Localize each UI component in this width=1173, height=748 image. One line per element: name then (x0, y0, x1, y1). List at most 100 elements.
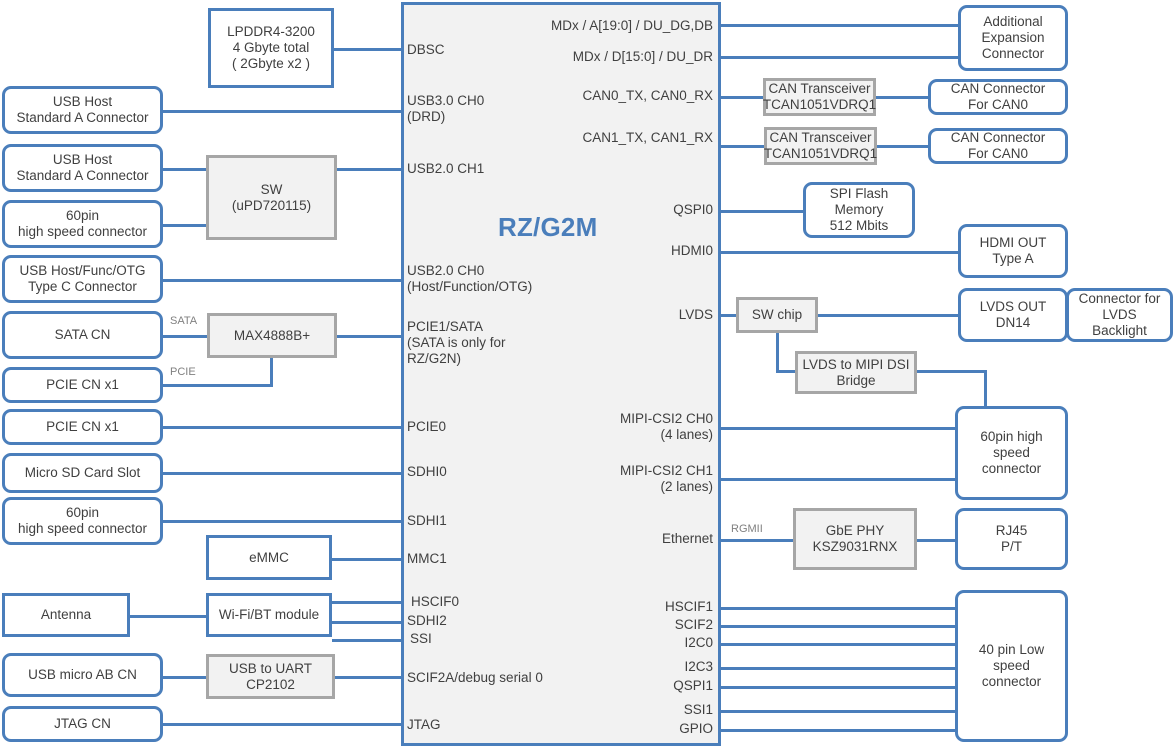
block-lowspeed-40pin[interactable]: 40 pin Low speed connector (955, 590, 1068, 742)
block-label: JTAG CN (54, 716, 111, 732)
wire-60pin-swhub (163, 224, 208, 227)
block-label: 60pin high speed connector (17, 505, 148, 536)
block-addl-expansion[interactable]: Additional Expansion Connector (958, 5, 1068, 71)
wire-jtagcn-jtag (163, 723, 404, 726)
block-sw-hub[interactable]: SW (uPD720115) (206, 155, 337, 240)
block-label: USB Host Standard A Connector (16, 152, 149, 183)
block-label: SATA CN (54, 327, 111, 343)
wire-label-rgmii: RGMII (731, 523, 763, 535)
block-sw-chip[interactable]: SW chip (736, 297, 818, 333)
pin-usb20-ch0: USB2.0 CH0 (Host/Function/OTG) (407, 263, 533, 295)
wire-max4888-pcie1sata (337, 335, 404, 338)
pin-pcie1-sata: PCIE1/SATA (SATA is only for RZ/G2N) (407, 319, 506, 367)
block-label: LVDS OUT DN14 (979, 299, 1047, 330)
block-can-conn-1[interactable]: CAN Connector For CAN0 (928, 128, 1068, 164)
pin-hscif0: HSCIF0 (411, 594, 460, 609)
wire-csi2ch0-60pin (721, 427, 961, 430)
pin-mdx-a: MDx / A[19:0] / DU_DG,DB (550, 18, 713, 33)
pin-lvds: LVDS (678, 307, 713, 322)
block-label: CAN Connector For CAN0 (950, 130, 1046, 161)
block-usb-host-a-1[interactable]: USB Host Standard A Connector (2, 86, 163, 134)
block-label: PCIE CN x1 (46, 377, 119, 393)
block-label: LVDS to MIPI DSI Bridge (802, 356, 910, 388)
wire-uart-scif2a (335, 676, 404, 679)
block-lvds-out[interactable]: LVDS OUT DN14 (958, 288, 1068, 342)
pin-sdhi1: SDHI1 (407, 513, 447, 528)
block-jtag-cn[interactable]: JTAG CN (2, 706, 163, 742)
block-usb-micro-ab[interactable]: USB micro AB CN (2, 653, 163, 697)
block-hs-conn-60pin-r[interactable]: 60pin high speed connector (955, 406, 1068, 500)
wire-usbhost2-swhub (163, 168, 208, 171)
block-usb-typec[interactable]: USB Host/Func/OTG Type C Connector (2, 255, 163, 303)
wire-pciecn1-riser (163, 384, 273, 387)
wire-i2c0-40pin (721, 643, 961, 646)
pin-pcie0: PCIE0 (407, 419, 447, 434)
block-lpddr4[interactable]: LPDDR4-3200 4 Gbyte total ( 2Gbyte x2 ) (208, 8, 334, 88)
pin-can1: CAN1_TX, CAN1_RX (582, 130, 713, 145)
pin-jtag: JTAG (407, 717, 441, 732)
wire-wifi-hscif0 (332, 601, 404, 604)
block-microsd[interactable]: Micro SD Card Slot (2, 453, 163, 493)
wire-emmc-mmc1 (332, 558, 404, 561)
block-label: Wi-Fi/BT module (218, 607, 320, 623)
block-hs-conn-60pin-top[interactable]: 60pin high speed connector (2, 200, 163, 248)
wire-satacn-max4888 (163, 335, 208, 338)
block-emmc[interactable]: eMMC (206, 535, 332, 580)
wire-label-pcie: PCIE (170, 366, 196, 378)
wire-i2c3-40pin (721, 667, 961, 670)
block-label: eMMC (249, 549, 289, 565)
block-label: HDMI OUT Type A (979, 235, 1047, 266)
wire-swhub-usb20ch1 (337, 168, 404, 171)
pin-usb20-ch1: USB2.0 CH1 (407, 161, 485, 176)
wire-usbmicro-uart (163, 676, 208, 679)
wire-hscif1-40pin (721, 607, 961, 610)
wire-wifi-sdhi2 (332, 621, 404, 624)
wire-ssi1-40pin (721, 710, 961, 713)
block-label: 60pin high speed connector (17, 208, 148, 239)
pin-ethernet: Ethernet (661, 531, 713, 546)
block-usb-uart[interactable]: USB to UART CP2102 (206, 654, 335, 699)
block-wifi-bt[interactable]: Wi-Fi/BT module (206, 593, 332, 637)
pin-sdhi0: SDHI0 (407, 464, 447, 479)
block-can-xcvr-0[interactable]: CAN Transceiver TCAN1051VDRQ1 (763, 78, 876, 116)
block-max4888b[interactable]: MAX4888B+ (207, 313, 337, 358)
pin-scif2a: SCIF2A/debug serial 0 (407, 670, 543, 685)
wire-lvds-swchip (721, 314, 737, 317)
wire-qspi0-spiflash (721, 210, 805, 213)
pin-i2c0: I2C0 (684, 635, 713, 650)
block-label: PCIE CN x1 (46, 419, 119, 435)
wire-mipi-60pin-horiz (915, 370, 987, 373)
wire-microsd-sdhi0 (163, 472, 404, 475)
block-label: USB to UART CP2102 (228, 660, 313, 692)
block-pcie-cn-2[interactable]: PCIE CN x1 (2, 409, 163, 445)
block-spi-flash[interactable]: SPI Flash Memory 512 Mbits (803, 182, 915, 238)
block-gbe-phy[interactable]: GbE PHY KSZ9031RNX (793, 508, 917, 570)
block-label: USB Host Standard A Connector (16, 94, 149, 125)
pin-hdmi0: HDMI0 (670, 243, 713, 258)
block-label: Connector for LVDS Backlight (1078, 291, 1161, 338)
pin-usb30-ch0: USB3.0 CH0 (DRD) (407, 93, 485, 125)
block-label: USB Host/Func/OTG Type C Connector (19, 263, 146, 294)
block-label: CAN Transceiver TCAN1051VDRQ1 (762, 81, 877, 112)
wire-xcvr1-conn1 (876, 145, 928, 148)
block-pcie-cn-1[interactable]: PCIE CN x1 (2, 367, 163, 403)
pin-qspi0: QSPI0 (673, 202, 713, 217)
pin-ssi1: SSI1 (683, 702, 713, 717)
block-lvds-backlight[interactable]: Connector for LVDS Backlight (1066, 288, 1173, 342)
block-antenna[interactable]: Antenna (2, 593, 130, 637)
block-label: 60pin high speed connector (980, 429, 1043, 476)
wire-mdxa-expansion (721, 24, 961, 27)
pin-mdx-d: MDx / D[15:0] / DU_DR (572, 49, 713, 64)
block-usb-host-a-2[interactable]: USB Host Standard A Connector (2, 144, 163, 192)
pin-scif2: SCIF2 (674, 617, 713, 632)
block-sata-cn[interactable]: SATA CN (2, 311, 163, 359)
block-can-conn-0[interactable]: CAN Connector For CAN0 (928, 79, 1068, 115)
block-label: SW chip (751, 307, 803, 323)
block-hdmi-out[interactable]: HDMI OUT Type A (958, 224, 1068, 278)
block-lvds-mipi[interactable]: LVDS to MIPI DSI Bridge (795, 351, 917, 394)
block-label: CAN Connector For CAN0 (950, 81, 1046, 112)
block-hs-conn-60pin-bot[interactable]: 60pin high speed connector (2, 497, 163, 545)
block-rj45[interactable]: RJ45 P/T (955, 508, 1068, 570)
pin-mipi-csi2-ch0: MIPI-CSI2 CH0 (4 lanes) (619, 411, 713, 443)
block-can-xcvr-1[interactable]: CAN Transceiver TCAN1051VDRQ1 (764, 127, 877, 165)
